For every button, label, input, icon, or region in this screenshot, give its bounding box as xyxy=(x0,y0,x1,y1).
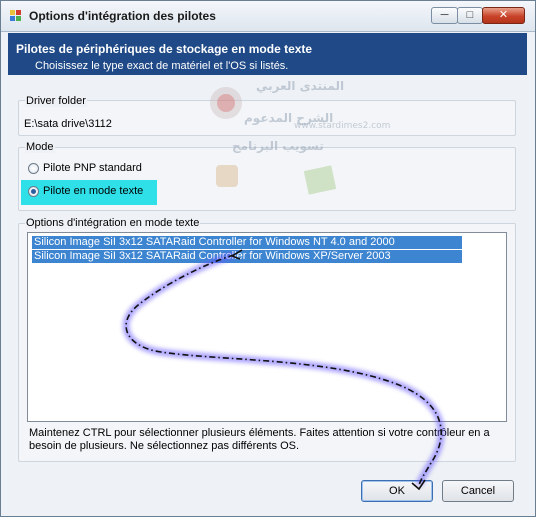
watermark-text: المنتدى العربي xyxy=(256,79,345,93)
header-subtitle: Choisissez le type exact de matériel et … xyxy=(35,60,289,72)
close-button[interactable]: ✕ xyxy=(482,7,525,24)
app-icon xyxy=(10,10,22,22)
minimize-button[interactable]: ─ xyxy=(431,7,458,24)
list-item[interactable]: Silicon Image SiI 3x12 SATARaid Controll… xyxy=(32,236,462,249)
minimize-icon: ─ xyxy=(440,9,449,21)
radio-label-text-mode: Pilote en mode texte xyxy=(43,185,144,197)
radio-text-mode[interactable]: Pilote en mode texte xyxy=(28,185,156,201)
list-item[interactable]: Silicon Image SiI 3x12 SATARaid Controll… xyxy=(32,250,462,263)
dialog-window: Options d'intégration des pilotes ─ □ ✕ … xyxy=(0,0,536,517)
radio-label-pnp: Pilote PNP standard xyxy=(43,162,142,174)
cancel-button[interactable]: Cancel xyxy=(442,480,514,502)
driver-folder-path: E:\sata drive\3112 xyxy=(24,118,112,130)
radio-button[interactable] xyxy=(28,163,39,174)
ok-button[interactable]: OK xyxy=(361,480,433,502)
maximize-button[interactable]: □ xyxy=(457,7,483,24)
dialog-header: Pilotes de périphériques de stockage en … xyxy=(8,33,527,75)
mode-label: Mode xyxy=(25,141,55,153)
driver-list[interactable]: Silicon Image SiI 3x12 SATARaid Controll… xyxy=(27,232,507,422)
driver-folder-label: Driver folder xyxy=(25,95,87,107)
title-bar[interactable]: Options d'intégration des pilotes ─ □ ✕ xyxy=(1,1,535,32)
close-icon: ✕ xyxy=(498,9,509,21)
radio-button-checked[interactable] xyxy=(28,186,39,197)
radio-pnp-standard[interactable]: Pilote PNP standard xyxy=(28,162,168,178)
maximize-icon: □ xyxy=(466,9,474,21)
window-title: Options d'intégration des pilotes xyxy=(29,9,216,23)
text-mode-options-label: Options d'intégration en mode texte xyxy=(25,217,201,229)
help-text: Maintenez CTRL pour sélectionner plusieu… xyxy=(29,427,490,452)
header-title: Pilotes de périphériques de stockage en … xyxy=(16,42,313,56)
